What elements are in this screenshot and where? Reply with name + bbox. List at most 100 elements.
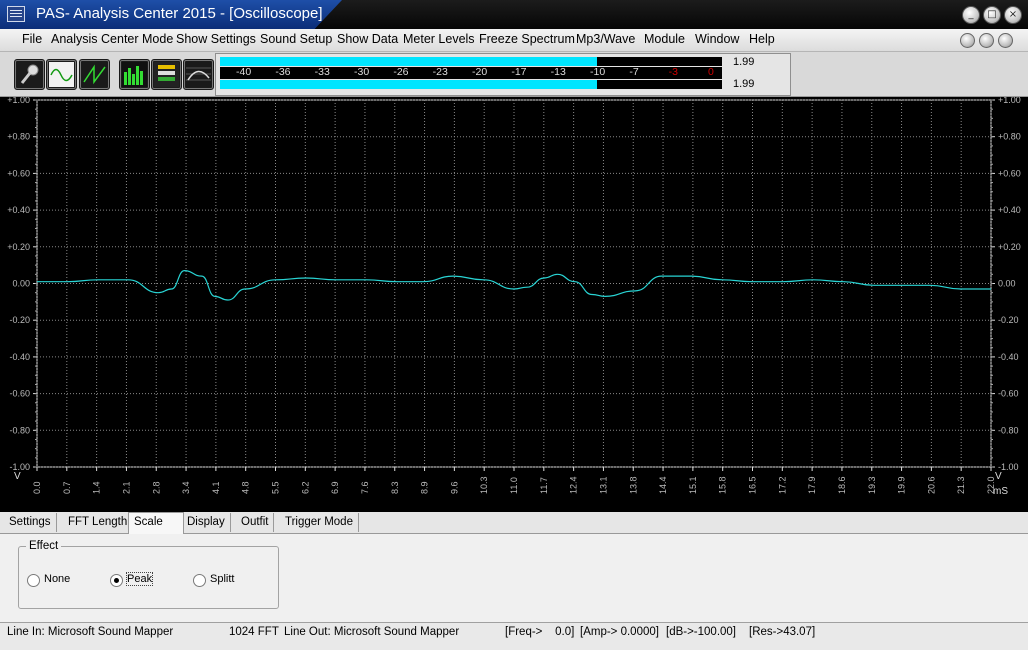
spectrum-bars-icon[interactable] <box>119 59 150 90</box>
x-unit-label: mS <box>993 486 1008 497</box>
window-title: PAS- Analysis Center 2015 - [Oscilloscop… <box>36 5 323 22</box>
x-tick-label: 0.7 <box>62 481 72 494</box>
meter-panel-icon[interactable] <box>151 59 182 90</box>
x-tick-label: 19.9 <box>897 476 907 494</box>
x-tick-label: 5.5 <box>271 481 281 494</box>
x-tick-label: 18.6 <box>837 476 847 494</box>
microphone-icon[interactable] <box>14 59 45 90</box>
effect-group-title: Effect <box>26 540 62 552</box>
x-tick-label: 1.4 <box>92 481 102 494</box>
radio-none-label[interactable]: None <box>44 573 70 585</box>
tab-settings[interactable]: Settings <box>4 513 57 532</box>
menu-module[interactable]: Module <box>644 32 685 46</box>
meter-fill-bottom <box>220 80 597 89</box>
tab-display[interactable]: Display <box>182 513 231 532</box>
x-tick-label: 7.6 <box>360 481 370 494</box>
x-tick-label: 16.5 <box>748 476 758 494</box>
child-minimize-icon[interactable] <box>960 33 975 48</box>
meter-tick: -26 <box>393 66 409 78</box>
meter-level-top: 1.99 <box>733 56 755 68</box>
x-tick-label: 3.4 <box>181 481 191 494</box>
menu-show-settings[interactable]: Show Settings <box>176 32 256 46</box>
x-tick-label: 4.1 <box>211 481 221 494</box>
x-tick-label: 15.8 <box>718 476 728 494</box>
y-tick-label: +0.80 <box>998 132 1021 142</box>
y-unit-label: V <box>995 471 1002 482</box>
x-tick-label: 0.0 <box>32 481 42 494</box>
menu-mp3-wave[interactable]: Mp3/Wave <box>576 32 635 46</box>
x-tick-label: 20.6 <box>926 476 936 494</box>
meter-tick: -23 <box>432 66 448 78</box>
x-tick-label: 8.9 <box>420 481 430 494</box>
x-tick-label: 6.9 <box>330 481 340 494</box>
x-tick-label: 10.3 <box>479 476 489 494</box>
tab-trigger-mode[interactable]: Trigger Mode <box>280 513 359 532</box>
radio-peak[interactable] <box>110 574 123 587</box>
menu-file[interactable]: File <box>22 32 42 46</box>
meter-tick: -33 <box>314 66 330 78</box>
curve-graph-icon[interactable] <box>183 59 214 90</box>
y-tick-label: -0.40 <box>9 352 30 362</box>
x-tick-label: 11.7 <box>539 477 549 494</box>
menu-analysis-center-mode[interactable]: Analysis Center Mode <box>51 32 173 46</box>
close-icon[interactable]: × <box>1004 6 1022 24</box>
y-tick-label: +0.60 <box>998 168 1021 178</box>
radio-splitt-label[interactable]: Splitt <box>210 573 234 585</box>
y-tick-label: -0.80 <box>998 425 1019 435</box>
menu-freeze-spectrum[interactable]: Freeze Spectrum <box>479 32 575 46</box>
y-tick-label: +1.00 <box>7 97 30 105</box>
menu-help[interactable]: Help <box>749 32 775 46</box>
meter-tick: -3 <box>668 66 678 78</box>
menu-window[interactable]: Window <box>695 32 739 46</box>
status-line-in: Line In: Microsoft Sound Mapper <box>7 626 174 638</box>
meter-tick: -36 <box>275 66 291 78</box>
meter-bar-top <box>220 57 722 66</box>
radio-splitt[interactable] <box>193 574 206 587</box>
y-tick-label: +0.60 <box>7 168 30 178</box>
meter-bar-bottom <box>220 80 722 89</box>
x-tick-label: 2.1 <box>121 481 131 494</box>
y-tick-label: 0.00 <box>998 279 1016 289</box>
y-tick-label: +0.20 <box>7 242 30 252</box>
menu-show-data[interactable]: Show Data <box>337 32 398 46</box>
x-tick-label: 14.4 <box>658 476 668 494</box>
y-tick-label: -0.40 <box>998 352 1019 362</box>
radio-none[interactable] <box>27 574 40 587</box>
maximize-icon[interactable]: □ <box>983 6 1001 24</box>
status-freq: [Freq-> 0.0] <box>505 626 575 638</box>
meter-scale <box>220 67 722 79</box>
app-icon[interactable] <box>7 6 25 22</box>
status-res: [Res->43.07] <box>749 626 816 638</box>
tab-scale[interactable]: Scale <box>128 512 184 534</box>
y-tick-label: +1.00 <box>998 97 1021 105</box>
x-tick-label: 17.2 <box>777 476 787 494</box>
y-tick-label: +0.80 <box>7 132 30 142</box>
meter-tick: -20 <box>472 66 488 78</box>
sawtooth-wave-icon[interactable] <box>79 59 110 90</box>
y-tick-label: +0.40 <box>998 205 1021 215</box>
x-tick-label: 2.8 <box>151 481 161 494</box>
meter-fill-top <box>220 57 597 66</box>
sine-wave-icon[interactable] <box>46 59 77 90</box>
minimize-icon[interactable]: _ <box>962 6 980 24</box>
y-tick-label: -0.60 <box>998 389 1019 399</box>
meter-tick: -10 <box>590 66 606 78</box>
status-amp: [Amp-> 0.0000] <box>580 626 659 638</box>
y-tick-label: -0.20 <box>998 315 1019 325</box>
x-tick-label: 4.8 <box>241 481 251 494</box>
tab-outfit[interactable]: Outfit <box>236 513 275 532</box>
oscilloscope-plot: +1.00 +1.00 +0.80 +0.80 +0.60 +0.60 +0.40 +0.40… <box>7 97 1021 497</box>
menu-meter-levels[interactable]: Meter Levels <box>403 32 475 46</box>
child-close-icon[interactable] <box>998 33 1013 48</box>
y-tick-label: -0.80 <box>9 425 30 435</box>
tab-fft-length[interactable]: FFT Length <box>63 513 134 532</box>
x-tick-label: 8.3 <box>390 481 400 494</box>
child-restore-icon[interactable] <box>979 33 994 48</box>
y-tick-label: +0.40 <box>7 205 30 215</box>
x-tick-label: 11.0 <box>509 477 519 494</box>
radio-peak-label[interactable]: Peak <box>125 572 154 586</box>
x-tick-label: 13.1 <box>598 476 608 494</box>
x-tick-label: 17.9 <box>807 476 817 494</box>
meter-tick: -40 <box>236 66 252 78</box>
menu-sound-setup[interactable]: Sound Setup <box>260 32 332 46</box>
